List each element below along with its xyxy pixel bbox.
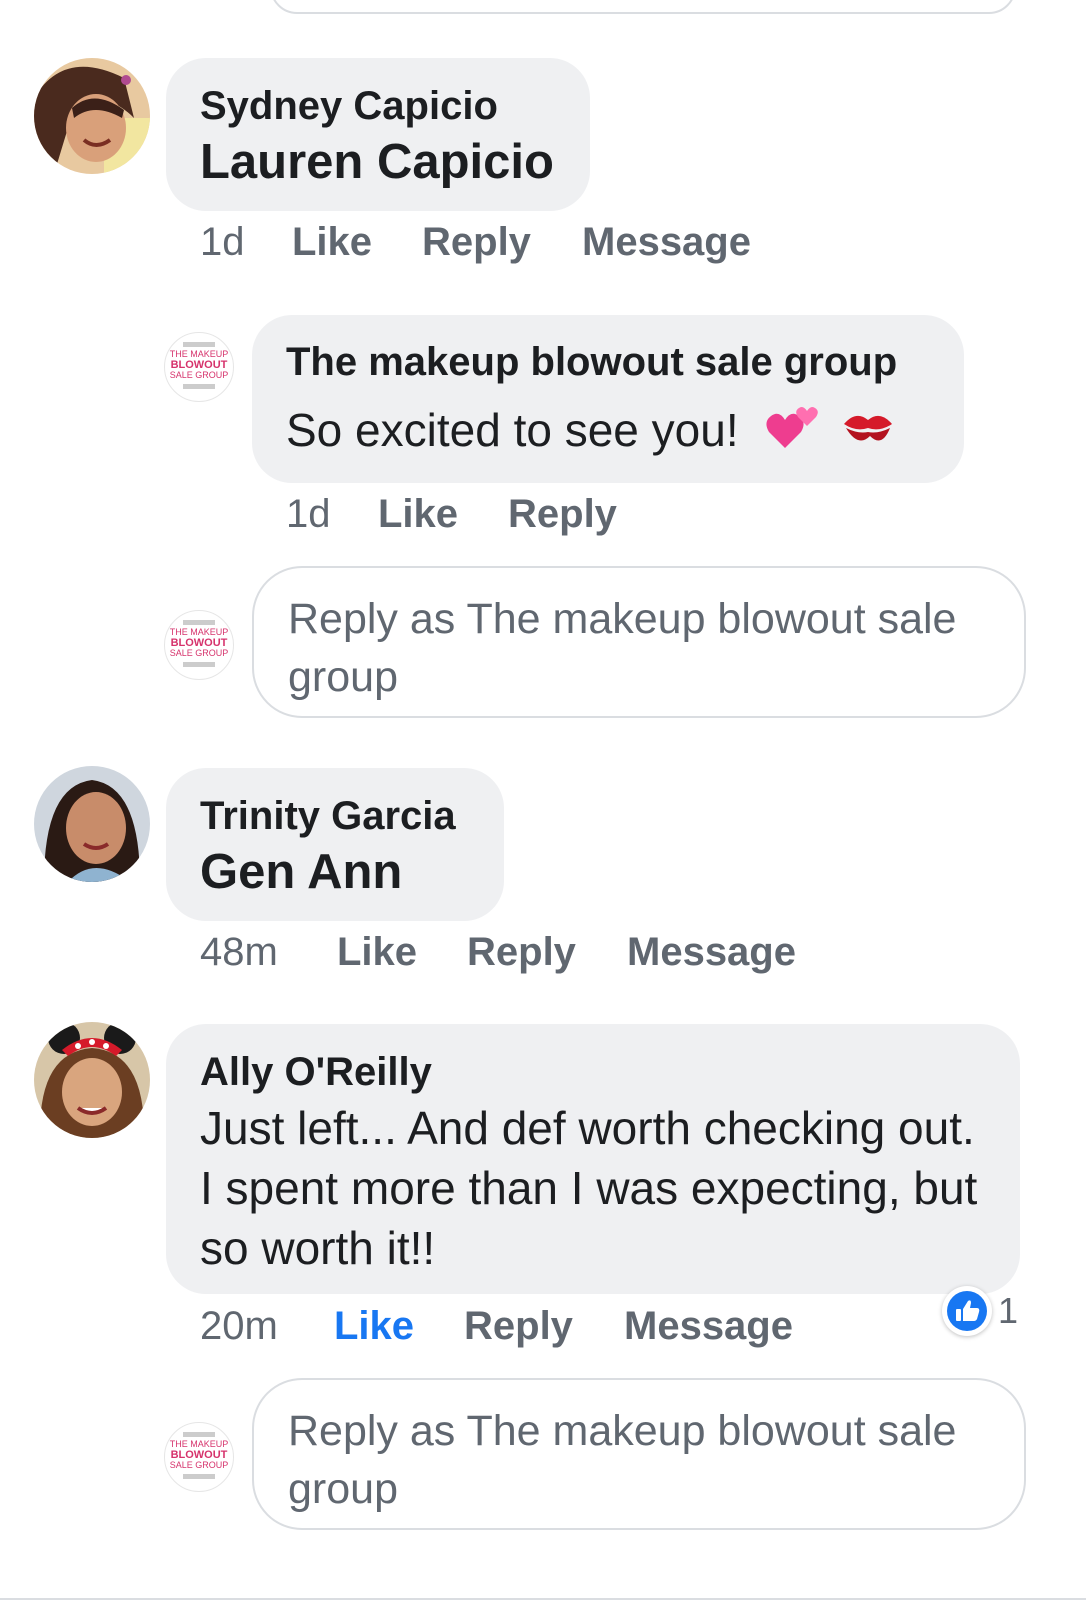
svg-text:SALE GROUP: SALE GROUP [170, 648, 229, 658]
reply-button[interactable]: Reply [508, 492, 617, 537]
thumbs-up-icon [947, 1291, 987, 1331]
message-button[interactable]: Message [582, 220, 751, 265]
logo-line-1: THE MAKEUP [170, 349, 229, 359]
reply-input-placeholder: Reply as The makeup blowout sale group [288, 1407, 957, 1513]
like-button[interactable]: Like [337, 930, 417, 975]
message-button[interactable]: Message [627, 930, 796, 975]
tagged-user[interactable]: Gen Ann [200, 844, 402, 900]
reply-button[interactable]: Reply [422, 220, 531, 265]
reply-text: So excited to see you! [286, 404, 739, 456]
avatar-sydney-capicio[interactable] [34, 58, 150, 174]
reply-text-line: So excited to see you! [286, 400, 896, 466]
like-button[interactable]: Like [378, 492, 458, 537]
svg-text:THE MAKEUP: THE MAKEUP [170, 1439, 229, 1449]
like-button[interactable]: Like [292, 220, 372, 265]
svg-text:THE MAKEUP: THE MAKEUP [170, 627, 229, 637]
message-button[interactable]: Message [624, 1304, 793, 1349]
svg-text:SALE GROUP: SALE GROUP [170, 1460, 229, 1470]
comment-author[interactable]: Ally O'Reilly [200, 1050, 432, 1095]
reply-input-placeholder: Reply as The makeup blowout sale group [288, 595, 957, 701]
reply-author[interactable]: The makeup blowout sale group [286, 340, 897, 385]
avatar-trinity-garcia[interactable] [34, 766, 150, 882]
reply-time: 1d [286, 492, 331, 536]
reply-input[interactable]: Reply as The makeup blowout sale group [252, 1378, 1026, 1530]
two-hearts-icon [765, 402, 821, 466]
page-avatar: THE MAKEUP BLOWOUT SALE GROUP [164, 1422, 234, 1492]
reply-input[interactable]: Reply as The makeup blowout sale group [252, 566, 1026, 718]
comment-author[interactable]: Sydney Capicio [200, 84, 498, 129]
kiss-mark-icon [840, 402, 896, 466]
logo-line-3: SALE GROUP [170, 370, 229, 380]
like-button[interactable]: Like [334, 1304, 414, 1349]
comment-time: 20m [200, 1304, 278, 1348]
page-avatar: THE MAKEUP BLOWOUT SALE GROUP [164, 610, 234, 680]
comment-time: 48m [200, 930, 278, 974]
comment-author[interactable]: Trinity Garcia [200, 794, 456, 839]
comment-time: 1d [200, 220, 245, 264]
tagged-user[interactable]: Lauren Capicio [200, 134, 554, 190]
page-avatar[interactable]: THE MAKEUP BLOWOUT SALE GROUP [164, 332, 234, 402]
comment-text: Just left... And def worth checking out.… [200, 1102, 1001, 1274]
reply-button[interactable]: Reply [467, 930, 576, 975]
reply-button[interactable]: Reply [464, 1304, 573, 1349]
reaction-count: 1 [998, 1290, 1019, 1331]
avatar-ally-oreilly[interactable] [34, 1022, 150, 1138]
previous-reply-input[interactable] [270, 0, 1016, 14]
